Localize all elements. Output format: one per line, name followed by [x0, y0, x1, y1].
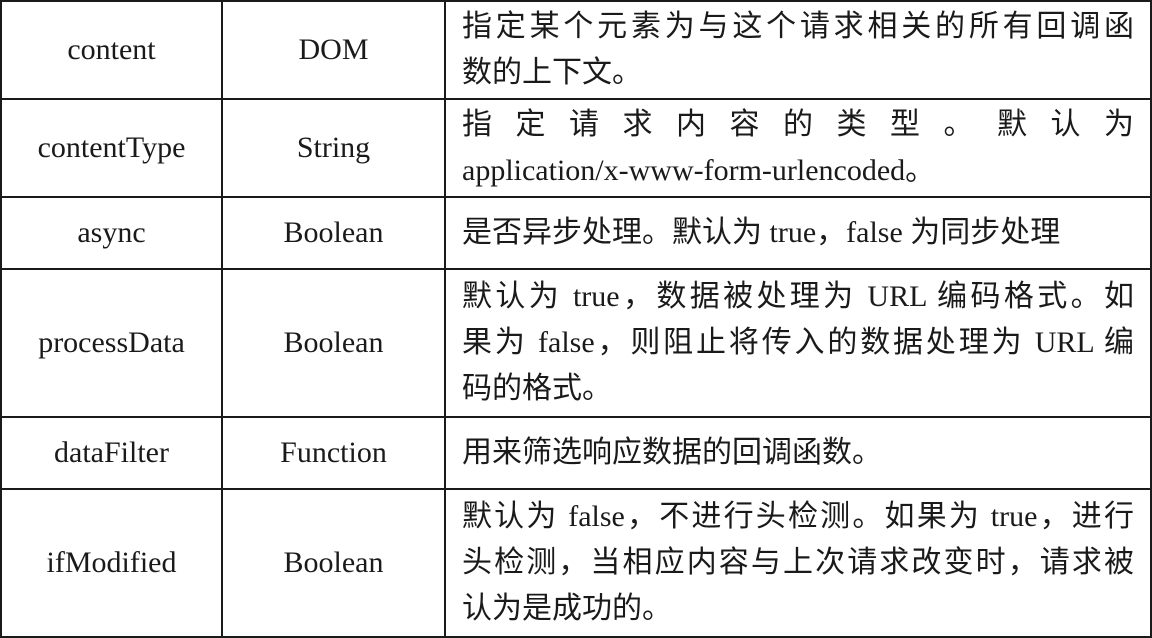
param-type-cell: Boolean — [221, 196, 446, 270]
description-line: 指定请求内容的类型。默认为 — [462, 108, 1134, 141]
param-description-cell: 默认为 true，数据被处理为 URL 编码格式。如 果为 false，则阻止将… — [444, 268, 1152, 418]
table-row: content DOM 指定某个元素为与这个请求相关的所有回调函 数的上下文。 — [0, 0, 1152, 100]
table-row: processData Boolean 默认为 true，数据被处理为 URL … — [0, 268, 1152, 418]
param-type-cell: Function — [221, 416, 446, 490]
description-line: 用来筛选响应数据的回调函数。 — [462, 436, 882, 469]
param-type-cell: DOM — [221, 0, 446, 100]
table-row: contentType String 指定请求内容的类型。默认为 applica… — [0, 98, 1152, 198]
param-description-cell: 默认为 false，不进行头检测。如果为 true，进行 头检测，当相应内容与上… — [444, 488, 1152, 638]
description-line: 认为是成功的。 — [462, 592, 672, 625]
description-line: application/x-www-form-urlencoded。 — [462, 154, 936, 187]
param-description-cell: 指定请求内容的类型。默认为 application/x-www-form-url… — [444, 98, 1152, 198]
description-line: 数的上下文。 — [462, 56, 642, 89]
parameter-table: content DOM 指定某个元素为与这个请求相关的所有回调函 数的上下文。 … — [0, 0, 1152, 638]
description-line: 默认为 true，数据被处理为 URL 编码格式。如 — [462, 280, 1134, 313]
param-name-cell: ifModified — [0, 488, 223, 638]
description-line: 码的格式。 — [462, 372, 612, 405]
param-name-cell: content — [0, 0, 223, 100]
table-row: ifModified Boolean 默认为 false，不进行头检测。如果为 … — [0, 488, 1152, 638]
description-line: 果为 false，则阻止将传入的数据处理为 URL 编 — [462, 326, 1134, 359]
param-description-cell: 指定某个元素为与这个请求相关的所有回调函 数的上下文。 — [444, 0, 1152, 100]
description-line: 指定某个元素为与这个请求相关的所有回调函 — [462, 10, 1134, 43]
description-line: 是否异步处理。默认为 true，false 为同步处理 — [462, 216, 1061, 249]
table-row: dataFilter Function 用来筛选响应数据的回调函数。 — [0, 416, 1152, 490]
param-name-cell: async — [0, 196, 223, 270]
param-type-cell: Boolean — [221, 268, 446, 418]
param-name-cell: processData — [0, 268, 223, 418]
param-name-cell: dataFilter — [0, 416, 223, 490]
param-type-cell: Boolean — [221, 488, 446, 638]
param-description-cell: 用来筛选响应数据的回调函数。 — [444, 416, 1152, 490]
description-line: 头检测，当相应内容与上次请求改变时，请求被 — [462, 546, 1134, 579]
table-row: async Boolean 是否异步处理。默认为 true，false 为同步处… — [0, 196, 1152, 270]
description-line: 默认为 false，不进行头检测。如果为 true，进行 — [462, 500, 1134, 533]
param-description-cell: 是否异步处理。默认为 true，false 为同步处理 — [444, 196, 1152, 270]
param-name-cell: contentType — [0, 98, 223, 198]
param-type-cell: String — [221, 98, 446, 198]
